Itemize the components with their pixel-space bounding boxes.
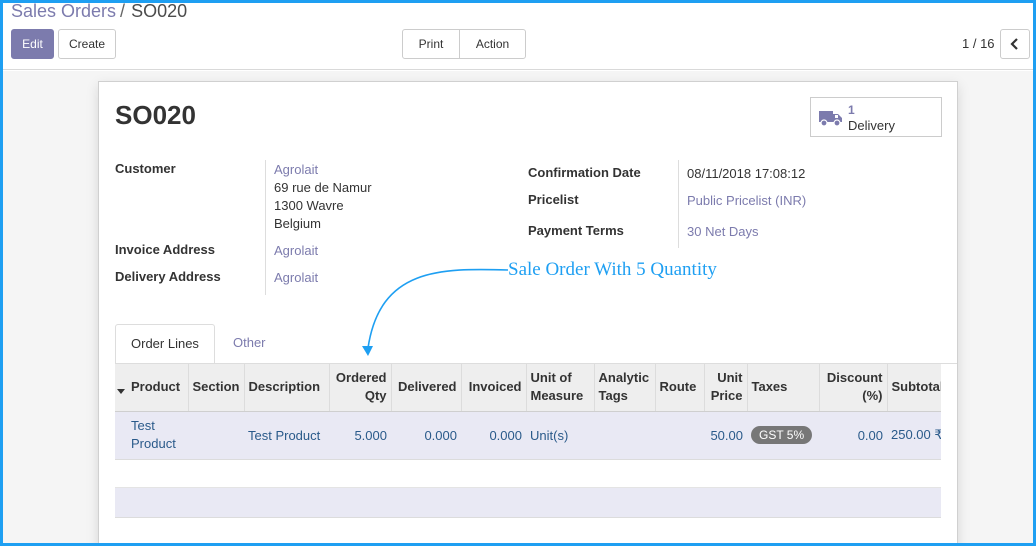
cell-invoiced: 0.000: [461, 411, 526, 460]
delivery-address-link[interactable]: Agrolait: [274, 269, 318, 287]
chevron-left-icon: [1010, 38, 1018, 50]
pager-previous-button[interactable]: [1000, 29, 1030, 59]
breadcrumb-sales-orders[interactable]: Sales Orders: [11, 1, 116, 21]
table-header-row: Product Section Description Ordered Qty …: [115, 364, 941, 412]
create-button[interactable]: Create: [58, 29, 116, 59]
table-row[interactable]: Test Product Test Product 5.000 0.000 0.…: [115, 411, 941, 460]
column-delivered[interactable]: Delivered: [390, 364, 461, 412]
customer-label: Customer: [115, 161, 176, 176]
column-invoiced[interactable]: Invoiced: [460, 364, 526, 412]
breadcrumb-current: SO020: [131, 1, 188, 21]
invoice-address-link[interactable]: Agrolait: [274, 242, 318, 260]
invoice-address-label: Invoice Address: [115, 242, 215, 257]
cell-taxes: GST 5%: [747, 411, 819, 460]
truck-icon: [819, 111, 842, 127]
cell-product[interactable]: Test Product: [127, 411, 188, 460]
column-ordered-qty[interactable]: Ordered Qty: [328, 364, 391, 412]
breadcrumb: Sales Orders / SO020: [11, 1, 187, 22]
cell-route: [655, 411, 704, 460]
payment-terms-label: Payment Terms: [528, 223, 624, 238]
column-analytic-tags[interactable]: Analytic Tags: [593, 364, 655, 412]
annotation-text: Sale Order With 5 Quantity: [508, 259, 717, 280]
table-row-empty: [115, 459, 941, 488]
pricelist-link[interactable]: Public Pricelist (INR): [687, 192, 806, 210]
breadcrumb-separator: /: [120, 1, 126, 21]
customer-street: 69 rue de Namur: [274, 180, 372, 195]
control-panel: Sales Orders / SO020 Edit Create Print Act…: [3, 1, 1033, 75]
cell-discount[interactable]: 0.00: [819, 411, 887, 460]
field-divider: [678, 160, 679, 248]
cell-ordered-qty[interactable]: 5.000: [329, 411, 391, 460]
tab-other-information[interactable]: Other Information: [218, 324, 313, 388]
payment-terms-link[interactable]: 30 Net Days: [687, 223, 759, 241]
customer-field: Agrolait 69 rue de Namur 1300 Wavre Belg…: [274, 161, 372, 233]
tab-order-lines[interactable]: Order Lines: [115, 324, 215, 364]
customer-name-link[interactable]: Agrolait: [274, 161, 372, 179]
column-subtotal[interactable]: Subtotal: [886, 364, 941, 412]
cell-unit-of-measure[interactable]: Unit(s): [526, 411, 594, 460]
row-handle: [115, 411, 127, 460]
column-description[interactable]: Description: [243, 364, 329, 412]
cell-analytic-tags: [594, 411, 655, 460]
edit-button[interactable]: Edit: [11, 29, 54, 59]
print-dropdown[interactable]: Print: [402, 29, 460, 75]
handle-column-header: [115, 364, 127, 412]
customer-country: Belgium: [274, 216, 321, 231]
pager-value[interactable]: 1 / 16: [962, 36, 995, 51]
customer-city: 1300 Wavre: [274, 198, 344, 213]
confirmation-date-label: Confirmation Date: [528, 165, 641, 180]
action-dropdown[interactable]: Action: [459, 29, 526, 75]
empty-cell: [115, 459, 941, 488]
pricelist-label: Pricelist: [528, 192, 579, 207]
delivery-smart-button[interactable]: 1 Delivery: [810, 97, 942, 137]
column-discount[interactable]: Discount (%): [818, 364, 887, 412]
print-label: Print: [418, 37, 444, 51]
action-label: Action: [475, 37, 510, 51]
column-unit-of-measure[interactable]: Unit of Measure: [525, 364, 594, 412]
column-taxes[interactable]: Taxes: [746, 364, 819, 412]
order-lines-table-container: Product Section Description Ordered Qty …: [115, 364, 941, 524]
form-sheet: SO020 1 Delivery Customer Agrolait 69 ru…: [98, 81, 958, 546]
cell-delivered: 0.000: [391, 411, 461, 460]
table-row-empty: [115, 487, 941, 518]
column-section[interactable]: Section: [187, 364, 244, 412]
column-product[interactable]: Product: [127, 364, 188, 412]
sort-caret-icon: [117, 389, 125, 395]
empty-cell: [115, 487, 941, 518]
cell-section: [188, 411, 244, 460]
confirmation-date-value: 08/11/2018 17:08:12: [687, 166, 806, 181]
field-divider: [265, 160, 266, 295]
cell-unit-price[interactable]: 50.00: [704, 411, 747, 460]
column-unit-price[interactable]: Unit Price: [703, 364, 747, 412]
column-route[interactable]: Route: [654, 364, 704, 412]
annotation-arrow: [362, 268, 509, 356]
delivery-label: Delivery: [848, 118, 895, 133]
tax-badge[interactable]: GST 5%: [751, 426, 813, 444]
cell-description[interactable]: Test Product: [244, 411, 329, 460]
delivery-address-label: Delivery Address: [115, 269, 221, 284]
record-title: SO020: [115, 100, 196, 130]
order-lines-table: Product Section Description Ordered Qty …: [115, 364, 941, 518]
delivery-count: 1: [848, 103, 855, 117]
cell-subtotal: 250.00 ₹: [887, 411, 941, 460]
